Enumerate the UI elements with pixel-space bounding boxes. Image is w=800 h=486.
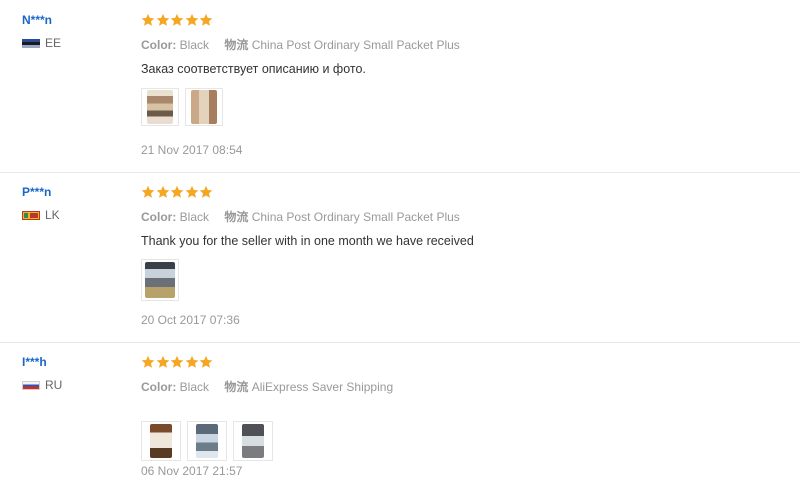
star-icon <box>185 355 200 369</box>
review-content: Color: Black 物流 China Post Ordinary Smal… <box>141 185 800 327</box>
country-code: EE <box>45 36 62 50</box>
reviewer-name[interactable]: N***n <box>22 12 132 28</box>
reviews-list: N***n EE Color: Black 物流 China Post Ordi… <box>0 0 800 486</box>
shipping-value: AliExpress Saver Shipping <box>251 380 394 394</box>
reviewer-country: LK <box>22 208 132 222</box>
color-value: Black <box>179 38 210 52</box>
star-icon <box>156 355 171 369</box>
reviewer-info: N***n EE <box>22 12 132 50</box>
review-meta: Color: Black 物流 China Post Ordinary Smal… <box>141 37 800 53</box>
flag-ru-icon <box>22 380 40 390</box>
color-value: Black <box>179 380 210 394</box>
reviewer-info: I***h RU <box>22 354 132 392</box>
review-date: 20 Oct 2017 07:36 <box>141 313 240 327</box>
review-content: Color: Black 物流 China Post Ordinary Smal… <box>141 13 800 157</box>
reviewer-name[interactable]: P***n <box>22 184 132 200</box>
star-icon <box>199 13 214 27</box>
flag-lk-icon <box>22 210 40 220</box>
review-item: I***h RU Color: Black 物流 AliExpress Save… <box>0 342 800 486</box>
color-label: Color: <box>141 38 177 52</box>
star-icon <box>156 13 171 27</box>
reviewer-name[interactable]: I***h <box>22 354 132 370</box>
star-icon <box>185 13 200 27</box>
review-item: N***n EE Color: Black 物流 China Post Ordi… <box>0 0 800 173</box>
review-photo-thumbnail[interactable] <box>185 88 223 126</box>
review-text: Заказ соответствует описанию и фото. <box>141 62 366 76</box>
review-photos <box>141 421 273 461</box>
review-meta: Color: Black 物流 China Post Ordinary Smal… <box>141 209 800 225</box>
star-icon <box>170 185 185 199</box>
star-icon <box>199 185 214 199</box>
review-date: 21 Nov 2017 08:54 <box>141 143 243 157</box>
star-icon <box>185 185 200 199</box>
flag-ee-icon <box>22 38 40 48</box>
shipping-label: 物流 <box>224 380 249 394</box>
reviewer-info: P***n LK <box>22 184 132 222</box>
star-rating <box>141 355 800 373</box>
review-photo-thumbnail[interactable] <box>233 421 273 461</box>
review-item: P***n LK Color: Black 物流 China Post Ordi… <box>0 172 800 343</box>
shipping-value: China Post Ordinary Small Packet Plus <box>251 210 460 224</box>
color-label: Color: <box>141 210 177 224</box>
review-date: 06 Nov 2017 21:57 <box>141 464 243 478</box>
shipping-label: 物流 <box>224 210 249 224</box>
review-photo-thumbnail[interactable] <box>141 421 181 461</box>
review-photo-thumbnail[interactable] <box>141 88 179 126</box>
country-code: LK <box>45 208 60 222</box>
star-icon <box>170 355 185 369</box>
review-text: Thank you for the seller with in one mon… <box>141 234 474 248</box>
star-icon <box>141 13 156 27</box>
reviewer-country: RU <box>22 378 132 392</box>
shipping-label: 物流 <box>224 38 249 52</box>
star-rating <box>141 13 800 31</box>
star-icon <box>199 355 214 369</box>
star-icon <box>141 355 156 369</box>
color-value: Black <box>179 210 210 224</box>
star-rating <box>141 185 800 203</box>
shipping-value: China Post Ordinary Small Packet Plus <box>251 38 460 52</box>
star-icon <box>170 13 185 27</box>
review-photo-thumbnail[interactable] <box>141 259 179 301</box>
color-label: Color: <box>141 380 177 394</box>
reviewer-country: EE <box>22 36 132 50</box>
star-icon <box>141 185 156 199</box>
review-photo-thumbnail[interactable] <box>187 421 227 461</box>
country-code: RU <box>45 378 63 392</box>
review-photos <box>141 259 179 301</box>
review-meta: Color: Black 物流 AliExpress Saver Shippin… <box>141 379 800 395</box>
review-photos <box>141 88 223 126</box>
review-content: Color: Black 物流 AliExpress Saver Shippin… <box>141 355 800 478</box>
star-icon <box>156 185 171 199</box>
